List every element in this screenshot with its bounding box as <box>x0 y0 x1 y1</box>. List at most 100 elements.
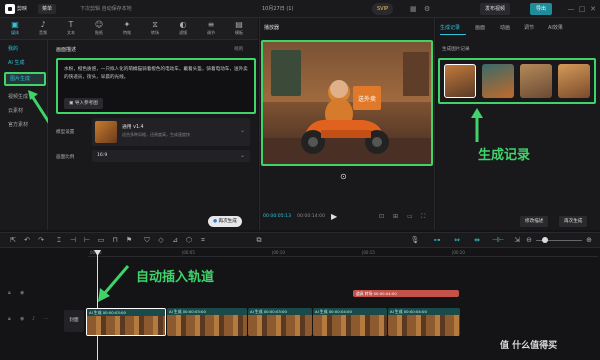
generated-image-2[interactable] <box>482 64 514 98</box>
sidebar-item-ai-generate[interactable]: AI 生成 <box>4 58 44 69</box>
tab-generate-record[interactable]: 生成记录 <box>440 24 460 31</box>
rules-link[interactable]: 规则 <box>234 46 243 52</box>
fullscreen-icon[interactable]: ⛶ <box>421 213 425 221</box>
ratio-icon[interactable]: ▭ <box>407 213 413 220</box>
sticker-icon: ☺ <box>94 20 104 29</box>
zoom-slider-handle[interactable] <box>542 237 548 243</box>
regenerate-button[interactable]: ● 再次生成 <box>208 216 242 227</box>
tool-label: 贴纸 <box>95 30 103 35</box>
mark-icon[interactable]: ⚑ <box>124 235 134 245</box>
app-name: 剪映 <box>17 6 28 12</box>
close-icon[interactable]: ✕ <box>588 4 598 14</box>
freeze-icon[interactable]: ⊓ <box>110 235 120 245</box>
effects-icon: ✦ <box>123 20 131 29</box>
tab-adjust[interactable]: 调节 <box>524 24 534 31</box>
split-icon[interactable]: ⌶ <box>54 235 64 245</box>
share-button[interactable]: 发布视频 <box>480 3 511 15</box>
more-icon[interactable]: ⋯ <box>44 316 49 322</box>
audio-icon[interactable]: ♪ <box>32 316 35 322</box>
generated-image-4[interactable] <box>558 64 590 98</box>
cat-scooter-image: 送外卖 <box>301 80 389 154</box>
select-icon[interactable]: ⇱ <box>8 235 18 245</box>
shield-icon[interactable]: ⛉ <box>142 235 152 245</box>
video-clip[interactable]: AI 生成 00:00:04:00 <box>388 308 460 336</box>
generated-image-1[interactable] <box>444 64 476 98</box>
video-clip[interactable]: AI 生成 00:00:04:00 <box>313 308 387 336</box>
prompt-text[interactable]: 水粉，橙色质感，一只拟人化的萌橘猫骑着橙色的电动车，戴着头盔，骑着电动车，送外卖… <box>64 66 250 82</box>
regenerate-right-button[interactable]: 再次生成 <box>559 216 588 227</box>
zoom-in-icon[interactable]: ⊕ <box>584 235 594 245</box>
audio-icon: ♪ <box>40 20 46 29</box>
magnet-icon[interactable]: ⊶ <box>432 235 442 245</box>
video-clip[interactable]: AI 生成 00:00:03:00 <box>167 308 247 336</box>
import-reference-button[interactable]: ▣ 导入参考图 <box>64 98 103 109</box>
adjust-icon: ≡ <box>207 20 215 29</box>
tab-effects[interactable]: ✦ 特效 <box>116 20 138 38</box>
generated-images-row <box>438 58 596 104</box>
zoom-icon[interactable]: ⊞ <box>393 213 398 220</box>
snap-icon[interactable]: ⇹ <box>472 235 482 245</box>
video-clip[interactable]: AI 生成 00:00:03:00 <box>86 308 166 336</box>
split-left-icon[interactable]: ⊣ <box>68 235 78 245</box>
mic-icon[interactable]: 🎙︎ <box>410 235 420 245</box>
model-selector[interactable]: 通用 v1.4 适合多种风格，还原度高，生成速度快 ⌄ <box>92 118 250 146</box>
record-section-label: 生成图片记录 <box>442 47 470 52</box>
clip-frames <box>388 315 460 336</box>
clip-frames <box>313 315 387 336</box>
eye-icon[interactable]: ◉ <box>20 290 24 296</box>
edit-description-button[interactable]: 修改描述 <box>520 216 549 227</box>
ratio-selector[interactable]: 16:9 ⌄ <box>92 150 250 162</box>
loading-icon: ⊙ <box>340 172 347 181</box>
video-preview[interactable]: 送外卖 <box>261 40 433 166</box>
zoom-out-icon[interactable]: ⊖ <box>524 235 534 245</box>
svip-badge[interactable]: SVIP <box>372 3 394 15</box>
cover-button[interactable]: 封面 <box>64 310 84 332</box>
tab-sticker[interactable]: ☺ 贴纸 <box>88 20 110 38</box>
chevron-down-icon: ⌄ <box>240 152 246 159</box>
eye-icon[interactable]: ◉ <box>20 316 24 322</box>
rotate-icon[interactable]: ⬡ <box>184 235 194 245</box>
tab-ai-effect[interactable]: AI效果 <box>548 24 563 31</box>
play-icon[interactable]: ▶ <box>331 212 337 221</box>
grid-icon[interactable]: ▦ <box>410 4 417 14</box>
fit-icon[interactable]: ⇲ <box>512 235 522 245</box>
tab-transition[interactable]: ⧖ 转场 <box>144 20 166 38</box>
transition-clip[interactable]: 道具 转场 00:00:04:00 <box>353 290 459 297</box>
tab-text[interactable]: T 文本 <box>60 20 82 38</box>
preview-axis-icon[interactable]: ⊣⊢ <box>492 235 504 245</box>
frame-icon[interactable]: ⧉ <box>254 235 264 245</box>
tab-media[interactable]: ▣ 媒体 <box>4 20 26 38</box>
sidebar-item-mine[interactable]: 我的 <box>4 44 44 55</box>
prompt-input[interactable]: 水粉，橙色质感，一只拟人化的萌橘猫骑着橙色的电动车，戴着头盔，骑着电动车，送外卖… <box>56 58 256 114</box>
split-right-icon[interactable]: ⊢ <box>82 235 92 245</box>
lock-icon[interactable]: 🔒︎ <box>8 316 11 322</box>
sidebar-item-image-generate[interactable]: 图片生成 <box>4 72 46 86</box>
lock-icon[interactable]: 🔒︎ <box>8 290 11 296</box>
tab-canvas[interactable]: 画面 <box>475 24 485 31</box>
tab-filter[interactable]: ◐ 滤镜 <box>172 20 194 38</box>
mirror-icon[interactable]: ⊿ <box>170 235 180 245</box>
clip-label: AI 生成 00:00:03:00 <box>167 308 247 315</box>
menu-button[interactable]: 菜单 <box>38 4 57 14</box>
maximize-icon[interactable]: □ <box>577 4 587 14</box>
tab-audio[interactable]: ♪ 音频 <box>32 20 54 38</box>
tab-template[interactable]: ▤ 模板 <box>228 20 250 38</box>
minimize-icon[interactable]: — <box>566 4 576 14</box>
tab-adjust[interactable]: ≡ 调节 <box>200 20 222 38</box>
export-button[interactable]: 导出 <box>530 3 553 15</box>
tab-animation[interactable]: 动画 <box>500 24 510 31</box>
video-clip[interactable]: AI 生成 00:00:03:00 <box>248 308 312 336</box>
reverse-icon[interactable]: ◇ <box>156 235 166 245</box>
delete-icon[interactable]: ▭ <box>96 235 106 245</box>
text-icon: T <box>68 20 74 29</box>
undo-icon[interactable]: ↶ <box>22 235 32 245</box>
settings-icon[interactable]: ⚙ <box>424 4 430 14</box>
tool-label: 调节 <box>207 30 215 35</box>
fullscreen-preview-icon[interactable]: ⊡ <box>379 213 384 220</box>
generated-image-3[interactable] <box>520 64 552 98</box>
door-decoration <box>403 52 429 96</box>
clip-frames <box>248 315 312 336</box>
link-icon[interactable]: ⇔ <box>452 235 462 245</box>
crop-icon[interactable]: ⌗ <box>198 235 208 245</box>
redo-icon[interactable]: ↷ <box>36 235 46 245</box>
